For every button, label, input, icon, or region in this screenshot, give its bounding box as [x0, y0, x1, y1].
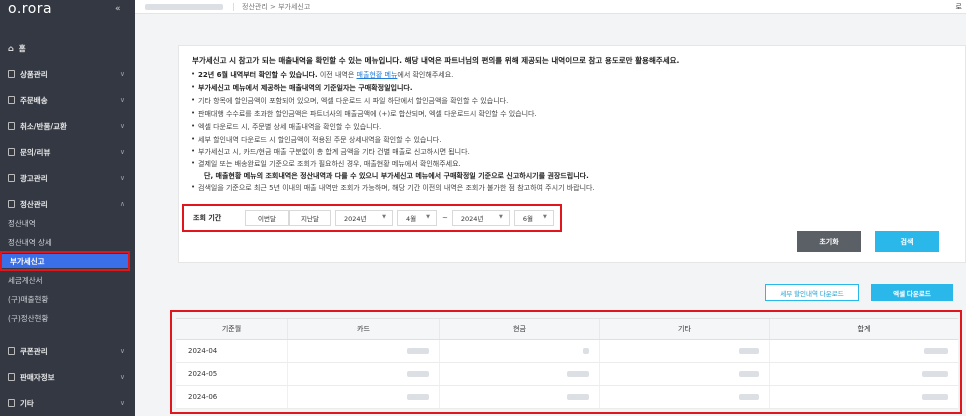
document-icon [8, 347, 15, 355]
excel-download-button[interactable]: 엑셀 다운로드 [871, 284, 953, 301]
detail-discount-download-button[interactable]: 세부 할인내역 다운로드 [765, 284, 859, 301]
sidebar-item-seller-info[interactable]: 판매자정보 ∨ [0, 369, 135, 385]
sales-status-link[interactable]: 매출현황 메뉴 [357, 71, 398, 79]
chevron-down-icon: ∨ [119, 399, 125, 407]
highlight-vat-nav [0, 251, 130, 271]
sidebar-subitem-tax-invoice[interactable]: 세금계산서 [0, 273, 135, 287]
document-icon [8, 122, 15, 130]
sidebar-subitem-settlement-detail[interactable]: 정산내역 상세 [0, 235, 135, 249]
info-bullet-6: 세부 할인내역 다운로드 시 할인금액이 적용된 주문 상세내역을 확인할 수 … [191, 135, 441, 145]
sidebar-item-products[interactable]: 상품관리 ∨ [0, 66, 135, 82]
chevron-down-icon: ∨ [119, 174, 125, 182]
sidebar-subitem-old-settlement[interactable]: (구)정산현황 [0, 311, 135, 325]
document-icon [8, 399, 15, 407]
chevron-down-icon: ∨ [119, 347, 125, 355]
info-bullet-5: 엑셀 다운로드 시, 주문별 상세 매출내역을 확인할 수 있습니다. [191, 122, 381, 132]
collapse-icon[interactable]: « [115, 4, 121, 14]
info-bullet-7: 부가세신고 시, 카드/현금 매출 구분없이 총 합계 금액을 기타 건별 매출… [191, 147, 470, 157]
info-bullet-8: 결제일 또는 배송완료일 기준으로 조회가 필요하신 경우, 매출현황 메뉴에서… [191, 159, 461, 169]
top-bar: 정산관리 > 부가세신고 로 [135, 0, 966, 14]
sidebar-item-settlement[interactable]: 정산관리 ∧ [0, 196, 135, 212]
chevron-down-icon: ∨ [119, 148, 125, 156]
chevron-down-icon: ∨ [119, 122, 125, 130]
document-icon [8, 200, 15, 208]
chevron-down-icon: ∨ [119, 70, 125, 78]
sidebar-item-etc[interactable]: 기타 ∨ [0, 395, 135, 411]
sidebar-item-ads[interactable]: 광고관리 ∨ [0, 170, 135, 186]
breadcrumb: 정산관리 > 부가세신고 [242, 2, 311, 11]
sidebar-item-coupons[interactable]: 쿠폰관리 ∨ [0, 343, 135, 359]
redacted-seller-name [145, 3, 223, 10]
sidebar-item-orders[interactable]: 주문배송 ∨ [0, 92, 135, 108]
info-bullet-10: 검색일을 기준으로 최근 5년 이내의 매출 내역만 조회가 가능하며, 해당 … [191, 183, 595, 193]
document-icon [8, 174, 15, 182]
document-icon [8, 148, 15, 156]
sidebar-item-returns[interactable]: 취소/반품/교환 ∨ [0, 118, 135, 134]
chevron-down-icon: ∨ [119, 373, 125, 381]
reset-button[interactable]: 초기화 [797, 231, 861, 252]
info-bullet-1: 22년 6월 내역부터 확인할 수 있습니다. 이전 내역은 매출현황 메뉴에서… [191, 70, 453, 80]
top-right-text[interactable]: 로 [956, 2, 962, 12]
highlight-period-filter [182, 204, 562, 232]
info-bullet-3: 기타 항목에 할인금액이 포함되어 있으며, 엑셀 다운로드 시 파일 하단에서… [191, 96, 508, 106]
sidebar-item-inquiries[interactable]: 문의/리뷰 ∨ [0, 144, 135, 160]
sidebar: o.rora « ⌂ 홈 상품관리 ∨ 주문배송 ∨ 취소/반품/교환 ∨ 문의… [0, 0, 135, 416]
home-icon: ⌂ [8, 43, 14, 53]
app-logo[interactable]: o.rora [8, 1, 52, 17]
sidebar-subitem-settlement-history[interactable]: 정산내역 [0, 216, 135, 230]
document-icon [8, 96, 15, 104]
chevron-down-icon: ∨ [119, 96, 125, 104]
document-icon [8, 373, 15, 381]
search-button[interactable]: 검색 [875, 231, 939, 252]
info-bullet-4: 판매대행 수수료를 초과한 할인금액은 파트너사의 매출금액에 (+)로 합산되… [191, 109, 537, 119]
sidebar-subitem-old-sales[interactable]: (구)매출현황 [0, 292, 135, 306]
info-bullet-9: 단, 매출현황 메뉴의 조회내역은 정산내역과 다를 수 있으니 부가세신고 메… [204, 172, 589, 180]
document-icon [8, 70, 15, 78]
sidebar-item-home[interactable]: ⌂ 홈 [0, 40, 135, 56]
highlight-sales-table [170, 310, 962, 414]
info-bullet-2: 부가세신고 메뉴에서 제공하는 매출내역의 기준일자는 구매확정일입니다. [191, 83, 413, 93]
info-title: 부가세신고 시 참고가 되는 매출내역을 확인할 수 있는 메뉴입니다. 해당 … [192, 56, 680, 65]
chevron-up-icon: ∧ [119, 200, 125, 208]
breadcrumb-divider [233, 2, 234, 11]
